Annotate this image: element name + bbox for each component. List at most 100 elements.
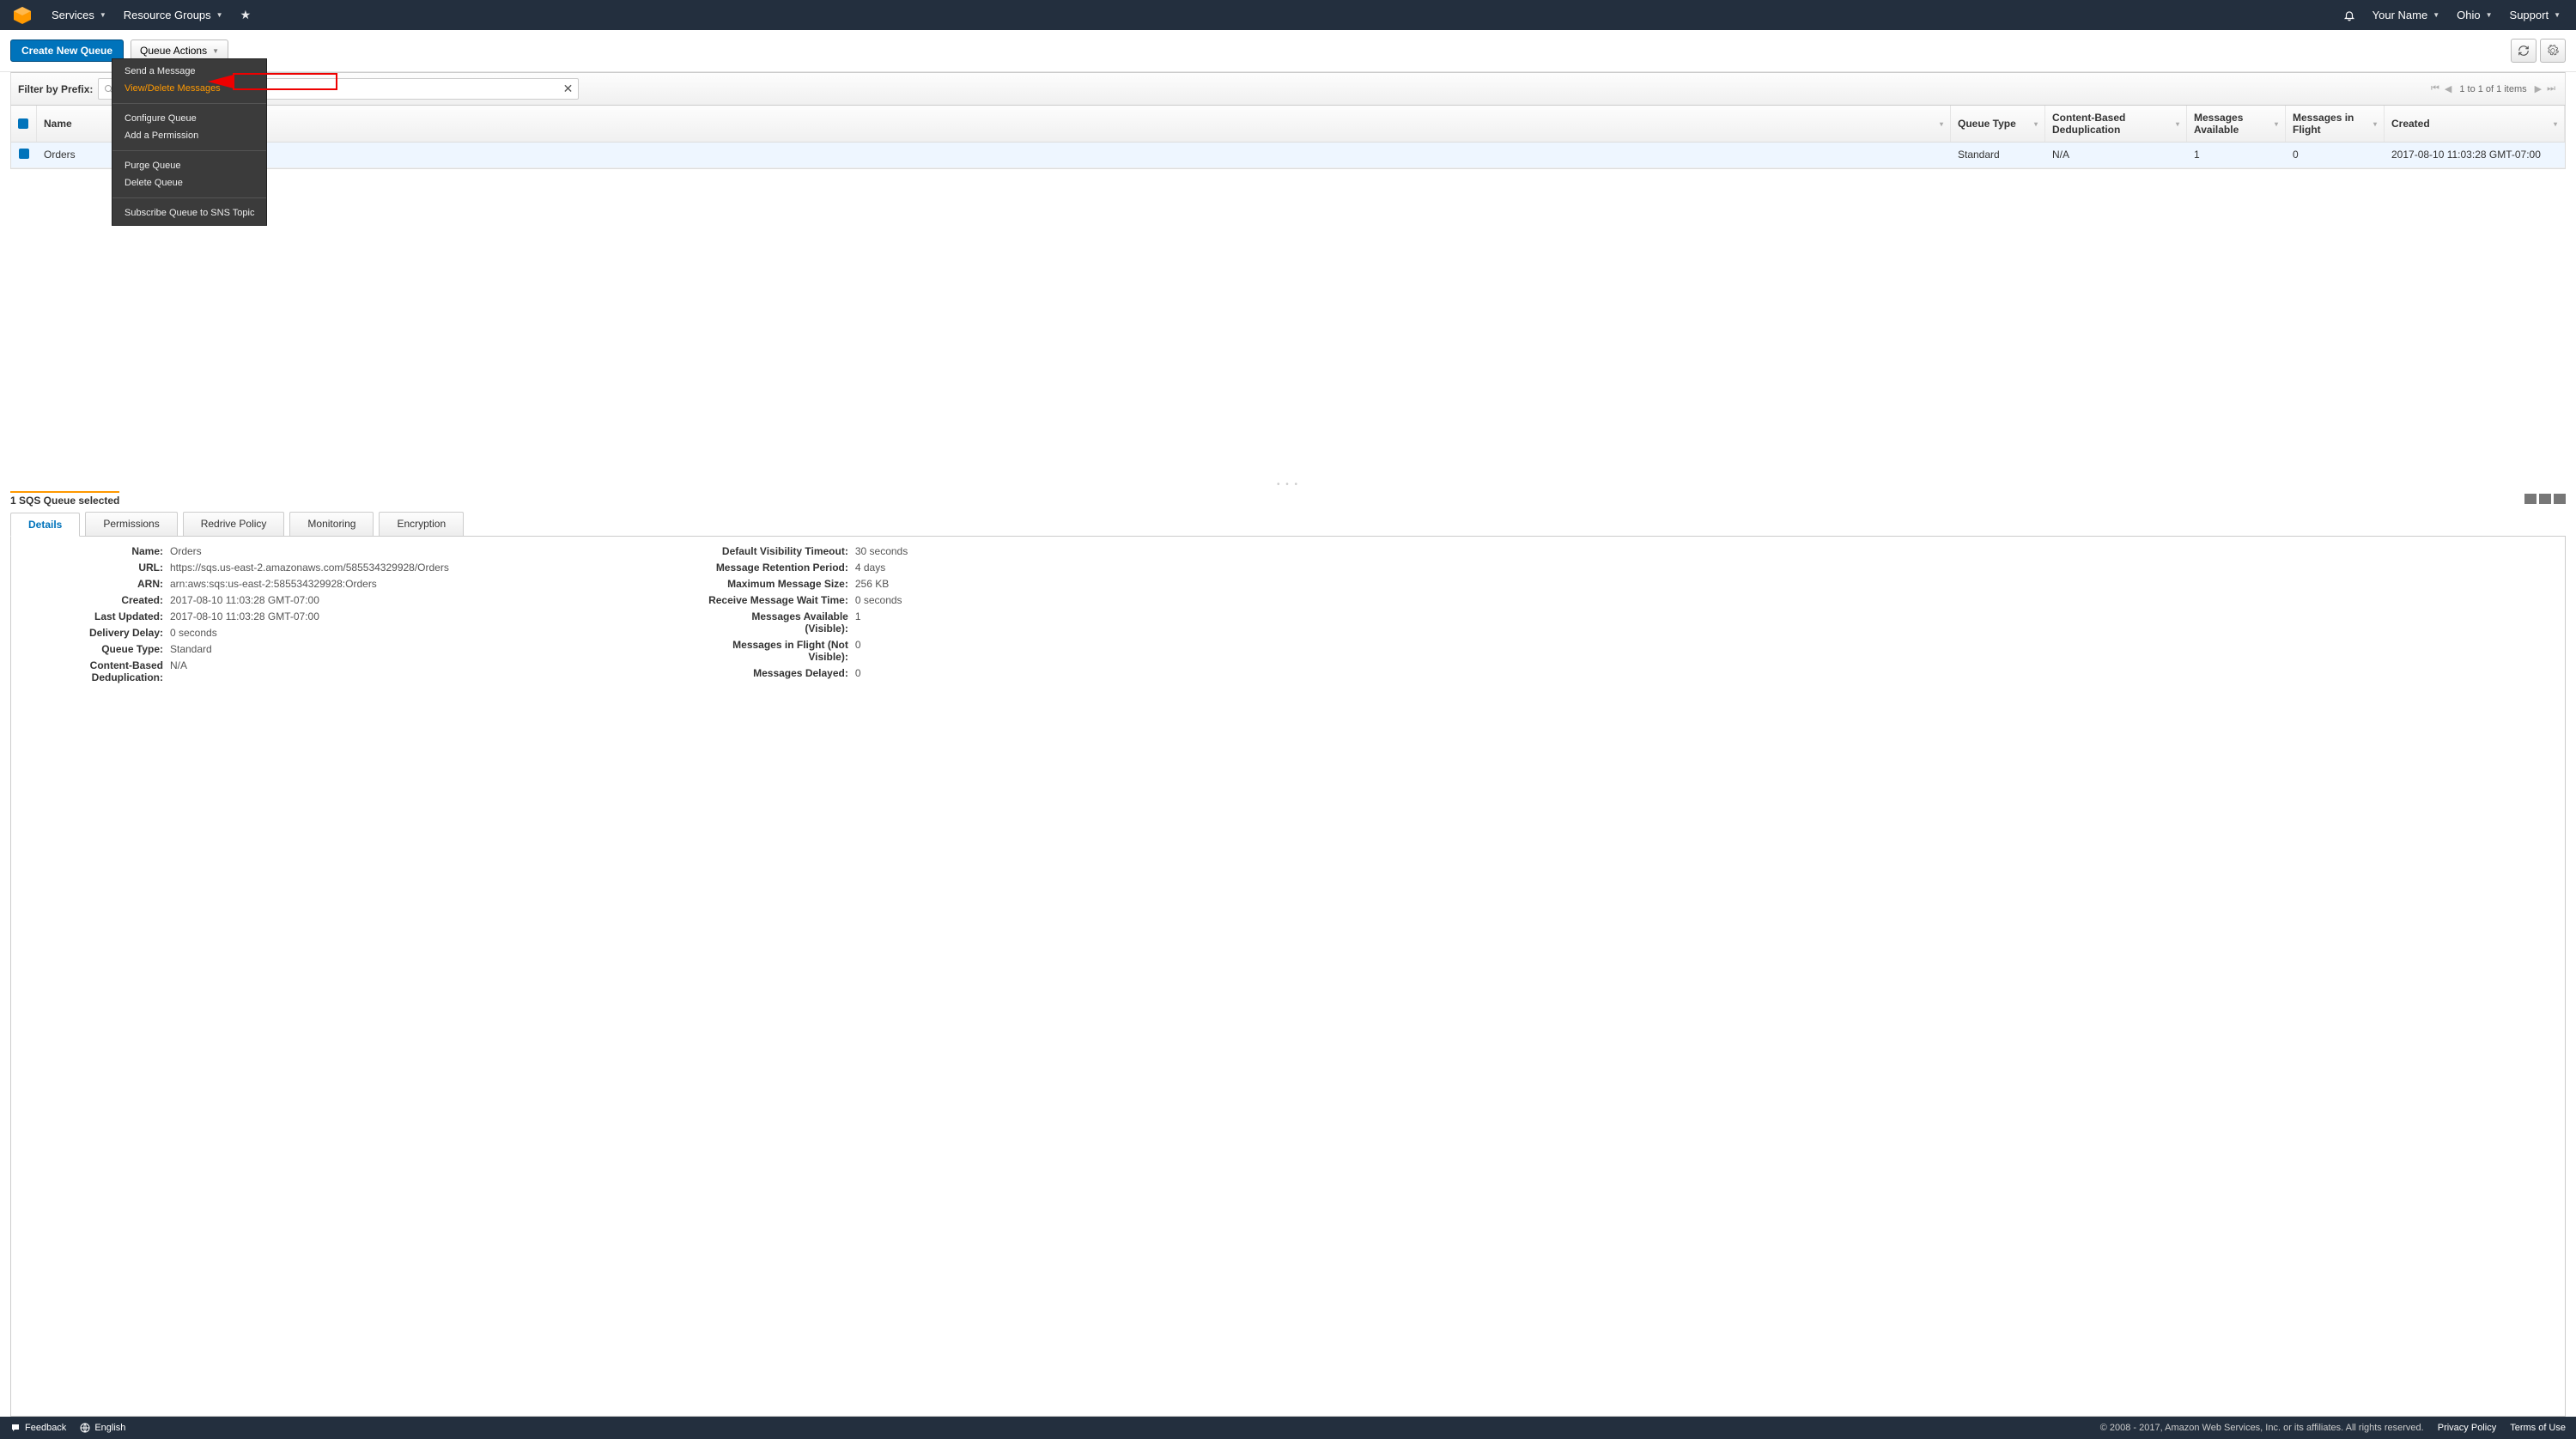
- aws-logo-icon[interactable]: [12, 5, 33, 26]
- menu-delete-queue[interactable]: Delete Queue: [112, 174, 266, 195]
- cell-dedup: N/A: [2045, 143, 2187, 167]
- value-msgs-delayed: 0: [855, 667, 908, 679]
- th-messages-available[interactable]: Messages Available▾: [2187, 106, 2286, 142]
- label-dedup: Content-Based Deduplication:: [21, 659, 163, 683]
- tab-redrive-policy[interactable]: Redrive Policy: [183, 512, 285, 536]
- page-status: 1 to 1 of 1 items: [2459, 84, 2526, 94]
- sort-icon: ▾: [2176, 120, 2179, 128]
- details-left-column: Name: Orders URL: https://sqs.us-east-2.am…: [21, 545, 449, 1407]
- sort-icon: ▾: [2373, 120, 2377, 128]
- th-checkbox[interactable]: [11, 106, 37, 142]
- menu-purge-queue[interactable]: Purge Queue: [112, 154, 266, 174]
- annotation-arrow: [208, 73, 338, 94]
- caret-down-icon: ▼: [212, 47, 219, 55]
- layout-icon-1[interactable]: [2524, 494, 2537, 504]
- settings-button[interactable]: [2540, 39, 2566, 63]
- panel-splitter[interactable]: • • •: [0, 481, 2576, 488]
- services-menu[interactable]: Services ▼: [43, 0, 115, 30]
- privacy-link[interactable]: Privacy Policy: [2438, 1423, 2496, 1433]
- sort-icon: ▾: [2554, 120, 2557, 128]
- value-arn: arn:aws:sqs:us-east-2:585534329928:Order…: [170, 578, 449, 590]
- support-label: Support: [2510, 9, 2549, 21]
- row-checkbox[interactable]: [19, 149, 29, 159]
- account-label: Your Name: [2372, 9, 2428, 21]
- feedback-label: Feedback: [25, 1423, 66, 1433]
- th-messages-in-flight[interactable]: Messages in Flight▾: [2286, 106, 2385, 142]
- language-link[interactable]: English: [80, 1423, 125, 1433]
- support-menu[interactable]: Support ▼: [2501, 0, 2569, 30]
- menu-subscribe-sns[interactable]: Subscribe Queue to SNS Topic: [112, 201, 266, 225]
- label-visibility-timeout: Default Visibility Timeout:: [707, 545, 848, 557]
- copyright-text: © 2008 - 2017, Amazon Web Services, Inc.…: [2100, 1423, 2424, 1433]
- label-max-size: Maximum Message Size:: [707, 578, 848, 590]
- table-header: Name▾ Queue Type▾ Content-Based Deduplic…: [11, 106, 2565, 143]
- label-name: Name:: [21, 545, 163, 557]
- label-delivery-delay: Delivery Delay:: [21, 627, 163, 639]
- refresh-icon: [2518, 45, 2530, 57]
- value-retention: 4 days: [855, 562, 908, 574]
- account-menu[interactable]: Your Name ▼: [2364, 0, 2448, 30]
- caret-down-icon: ▼: [216, 11, 223, 19]
- services-label: Services: [52, 9, 94, 21]
- value-msgs-available: 1: [855, 610, 908, 634]
- notifications-icon[interactable]: [2335, 0, 2364, 30]
- caret-down-icon: ▼: [2554, 11, 2561, 19]
- pin-icon[interactable]: ★: [232, 0, 260, 30]
- sort-icon: ▾: [1940, 120, 1943, 128]
- value-delivery-delay: 0 seconds: [170, 627, 449, 639]
- region-menu[interactable]: Ohio ▼: [2448, 0, 2500, 30]
- top-nav: Services▼ Resource Groups▼ ★ Your Name▼ …: [0, 0, 2576, 30]
- label-url: URL:: [21, 562, 163, 574]
- checkbox-icon: [18, 118, 28, 129]
- cell-queue-type: Standard: [1951, 143, 2045, 167]
- caret-down-icon: ▼: [2433, 11, 2439, 19]
- tab-monitoring[interactable]: Monitoring: [289, 512, 374, 536]
- th-created[interactable]: Created▾: [2385, 106, 2565, 142]
- menu-configure-queue[interactable]: Configure Queue: [112, 106, 266, 127]
- panel-layout-toggles: [2524, 494, 2566, 504]
- tab-encryption[interactable]: Encryption: [379, 512, 464, 536]
- detail-tabs: Details Permissions Redrive Policy Monit…: [10, 512, 2566, 537]
- value-wait-time: 0 seconds: [855, 594, 908, 606]
- tab-permissions[interactable]: Permissions: [85, 512, 177, 536]
- details-right-column: Default Visibility Timeout:30 seconds Me…: [707, 545, 908, 1407]
- layout-icon-3[interactable]: [2554, 494, 2566, 504]
- tab-details[interactable]: Details: [10, 513, 80, 537]
- resource-groups-menu[interactable]: Resource Groups▼: [115, 0, 232, 30]
- page-prev-icon[interactable]: ◀: [2445, 83, 2451, 94]
- th-queue-type[interactable]: Queue Type▾: [1951, 106, 2045, 142]
- th-name[interactable]: Name▾: [37, 106, 1951, 142]
- details-content: Name: Orders URL: https://sqs.us-east-2.am…: [10, 537, 2566, 1417]
- value-name: Orders: [170, 545, 449, 557]
- label-msgs-delayed: Messages Delayed:: [707, 667, 848, 679]
- value-queue-type: Standard: [170, 643, 449, 655]
- layout-icon-2[interactable]: [2539, 494, 2551, 504]
- cell-created: 2017-08-10 11:03:28 GMT-07:00: [2385, 143, 2565, 167]
- page-last-icon[interactable]: ⏭: [2547, 83, 2555, 94]
- create-queue-button[interactable]: Create New Queue: [10, 39, 124, 62]
- value-url: https://sqs.us-east-2.amazonaws.com/5855…: [170, 562, 449, 574]
- region-label: Ohio: [2457, 9, 2480, 21]
- gear-icon: [2547, 45, 2559, 57]
- feedback-link[interactable]: Feedback: [10, 1423, 66, 1433]
- language-label: English: [94, 1423, 125, 1433]
- value-last-updated: 2017-08-10 11:03:28 GMT-07:00: [170, 610, 449, 622]
- label-created: Created:: [21, 594, 163, 606]
- value-dedup: N/A: [170, 659, 449, 683]
- clear-search-icon[interactable]: ✕: [563, 82, 574, 96]
- label-arn: ARN:: [21, 578, 163, 590]
- refresh-button[interactable]: [2511, 39, 2537, 63]
- page-first-icon[interactable]: ⏮: [2431, 83, 2439, 94]
- caret-down-icon: ▼: [2486, 11, 2493, 19]
- sort-icon: ▾: [2034, 120, 2038, 128]
- table-row[interactable]: Orders Standard N/A 1 0 2017-08-10 11:03…: [11, 143, 2565, 168]
- page-next-icon[interactable]: ▶: [2535, 83, 2542, 94]
- terms-link[interactable]: Terms of Use: [2510, 1423, 2566, 1433]
- queues-table: Name▾ Queue Type▾ Content-Based Deduplic…: [10, 106, 2566, 169]
- pagination: ⏮ ◀ 1 to 1 of 1 items ▶ ⏭: [2428, 83, 2558, 94]
- menu-add-permission[interactable]: Add a Permission: [112, 127, 266, 148]
- sort-icon: ▾: [2275, 120, 2278, 128]
- value-created: 2017-08-10 11:03:28 GMT-07:00: [170, 594, 449, 606]
- th-dedup[interactable]: Content-Based Deduplication▾: [2045, 106, 2187, 142]
- caret-down-icon: ▼: [100, 11, 106, 19]
